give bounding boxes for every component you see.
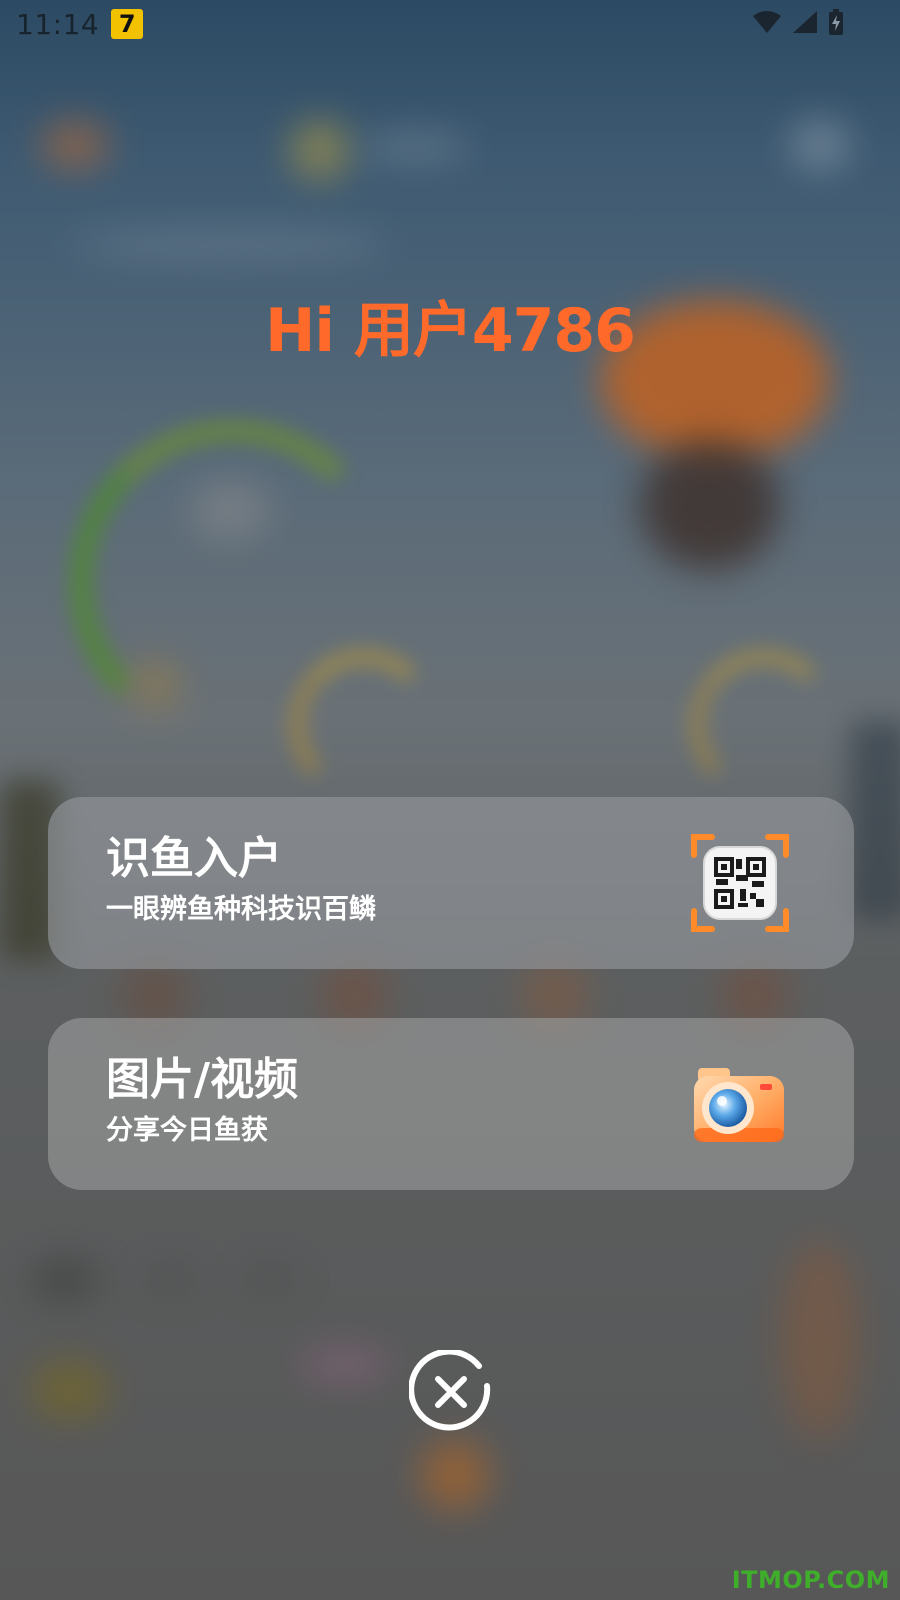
wifi-icon bbox=[752, 10, 782, 38]
scan-fish-card[interactable]: 识鱼入户 一眼辨鱼种科技识百鳞 bbox=[48, 797, 854, 969]
close-button[interactable] bbox=[408, 1348, 493, 1434]
qr-scan-icon bbox=[690, 833, 790, 933]
app-notification-badge: 7 bbox=[111, 9, 144, 39]
camera-icon bbox=[690, 1054, 790, 1154]
close-circle-icon bbox=[408, 1348, 491, 1431]
watermark: ITMOP.COM bbox=[731, 1566, 890, 1594]
greeting-title: Hi 用户4786 bbox=[265, 296, 636, 366]
battery-charging-icon bbox=[828, 9, 844, 39]
status-icons bbox=[752, 9, 844, 39]
share-media-card[interactable]: 图片/视频 分享今日鱼获 bbox=[48, 1018, 854, 1190]
signal-icon bbox=[792, 10, 818, 38]
status-time: 11:14 bbox=[16, 7, 100, 41]
status-bar: 11:14 7 bbox=[0, 0, 900, 48]
